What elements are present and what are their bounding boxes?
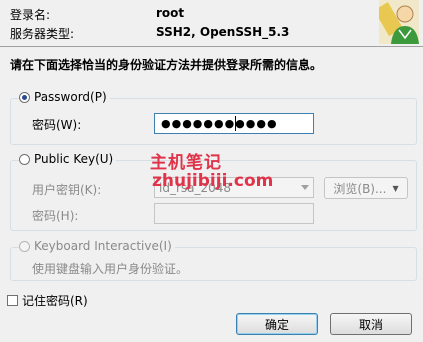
user-key-icon xyxy=(374,0,419,44)
username-value: root xyxy=(156,6,185,20)
keyboard-interactive-group: Keyboard Interactive(I) 使用键盘输入用户身份验证。 xyxy=(10,239,417,281)
public-key-radio[interactable]: Public Key(U) xyxy=(19,152,117,166)
passphrase-label: 密码(H): xyxy=(32,209,79,223)
password-field-label: 密码(W): xyxy=(32,118,82,132)
password-radio-label: Password(P) xyxy=(34,90,107,104)
instruction-text: 请在下面选择恰当的身份验证方法并提供登录所需的信息。 xyxy=(10,58,323,72)
server-type-label: 服务器类型: xyxy=(10,27,75,41)
text-caret xyxy=(235,116,236,131)
remember-password-checkbox[interactable]: 记住密码(R) xyxy=(7,292,88,309)
watermark-title: 主机笔记 xyxy=(150,153,222,173)
password-input[interactable]: ●●●●●●●●●●● xyxy=(154,113,314,134)
password-group: Password(P) 密码(W): ●●●●●●●●●●● xyxy=(10,90,417,145)
browse-button[interactable]: 浏览(B)... ▼ xyxy=(324,177,408,199)
public-key-radio-label: Public Key(U) xyxy=(34,152,114,166)
ok-button-label: 确定 xyxy=(264,317,289,332)
dropdown-arrow-icon: ▼ xyxy=(392,183,399,193)
header-divider xyxy=(0,46,423,47)
passphrase-input[interactable] xyxy=(154,203,314,224)
chevron-down-icon xyxy=(301,185,309,190)
radio-unselected-icon[interactable] xyxy=(19,153,30,165)
radio-disabled-icon[interactable] xyxy=(19,240,30,252)
remember-password-label: 记住密码(R) xyxy=(22,294,88,308)
radio-selected-icon[interactable] xyxy=(19,91,30,103)
server-type-value: SSH2, OpenSSH_5.3 xyxy=(156,25,290,39)
user-key-label: 用户密钥(K): xyxy=(32,183,102,197)
password-radio[interactable]: Password(P) xyxy=(19,90,110,104)
browse-button-label: 浏览(B)... xyxy=(333,181,387,196)
checkbox-icon[interactable] xyxy=(7,295,18,306)
keyboard-interactive-label: Keyboard Interactive(I) xyxy=(34,239,172,253)
watermark-url: zhujibiji.com xyxy=(152,171,274,191)
keyboard-interactive-description: 使用键盘输入用户身份验证。 xyxy=(32,262,189,276)
username-label: 登录名: xyxy=(10,8,51,22)
ok-button[interactable]: 确定 xyxy=(236,313,318,335)
keyboard-interactive-radio[interactable]: Keyboard Interactive(I) xyxy=(19,239,175,253)
cancel-button-label: 取消 xyxy=(358,317,383,332)
password-mask: ●●●●●●●●●●● xyxy=(161,117,278,130)
cancel-button[interactable]: 取消 xyxy=(330,313,412,335)
